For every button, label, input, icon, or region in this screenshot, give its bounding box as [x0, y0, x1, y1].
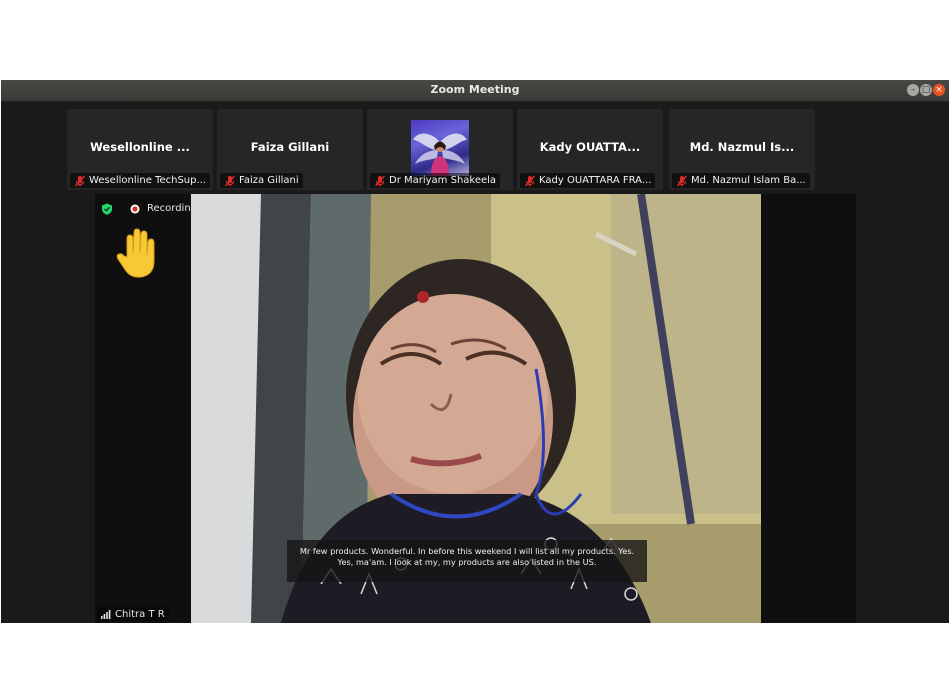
- speaker-name-footer: Chitra T R: [97, 607, 169, 621]
- participant-video-thumbnail: [411, 120, 469, 176]
- participant-name: Md. Nazmul Is...: [689, 140, 795, 154]
- recording-icon[interactable]: [130, 204, 140, 214]
- window-title: Zoom Meeting: [430, 83, 520, 96]
- participant-footer: Dr Mariyam Shakeela: [370, 173, 501, 188]
- speaker-name: Chitra T R: [115, 608, 165, 620]
- participant-footer: Kady OUATTARA FRA...: [520, 173, 656, 188]
- angel-wings-image: [413, 133, 467, 176]
- participant-footer: Faiza Gillani: [220, 173, 303, 188]
- recording-label[interactable]: Recording: [147, 203, 197, 214]
- participant-tile[interactable]: Kady OUATTA... Kady OUATTARA FRA...: [517, 109, 663, 190]
- minimize-icon: –: [910, 85, 916, 95]
- participant-tile[interactable]: Md. Nazmul Is... Md. Nazmul Islam Ba...: [669, 109, 815, 190]
- participant-name: Faiza Gillani: [250, 140, 330, 154]
- participant-tile[interactable]: Dr Mariyam Shakeela: [367, 109, 513, 190]
- participant-tile[interactable]: Faiza Gillani Faiza Gillani: [217, 109, 363, 190]
- signal-strength-icon: [101, 609, 111, 619]
- shield-icon[interactable]: [101, 203, 113, 215]
- participant-tile[interactable]: Wesellonline ... Wesellonline TechSup...: [67, 109, 213, 190]
- mic-muted-icon: [74, 175, 86, 186]
- close-button[interactable]: ×: [933, 84, 945, 96]
- participant-label: Md. Nazmul Islam Ba...: [691, 175, 806, 186]
- participant-label: Kady OUATTARA FRA...: [539, 175, 652, 186]
- raised-hand-icon: [116, 228, 155, 278]
- close-icon: ×: [935, 85, 943, 95]
- mic-muted-icon: [374, 175, 386, 186]
- mic-muted-icon: [524, 175, 536, 186]
- zoom-window: Zoom Meeting – □ × Wesellonline ... Wese…: [1, 80, 949, 623]
- active-speaker-view[interactable]: Recording Mr few products. Wonderful. In…: [95, 194, 856, 623]
- participant-footer: Wesellonline TechSup...: [70, 173, 211, 188]
- participant-label: Wesellonline TechSup...: [89, 175, 207, 186]
- live-caption: Mr few products. Wonderful. In before th…: [287, 540, 647, 582]
- maximize-icon: □: [921, 85, 931, 95]
- participant-footer: Md. Nazmul Islam Ba...: [672, 173, 810, 188]
- title-bar[interactable]: Zoom Meeting – □ ×: [1, 80, 949, 102]
- participant-label: Dr Mariyam Shakeela: [389, 175, 497, 186]
- participant-label: Faiza Gillani: [239, 175, 299, 186]
- maximize-button[interactable]: □: [920, 84, 932, 96]
- minimize-button[interactable]: –: [907, 84, 919, 96]
- mic-muted-icon: [224, 175, 236, 186]
- participant-name: Kady OUATTA...: [539, 140, 641, 154]
- mic-muted-icon: [676, 175, 688, 186]
- participant-name: Wesellonline ...: [90, 140, 190, 154]
